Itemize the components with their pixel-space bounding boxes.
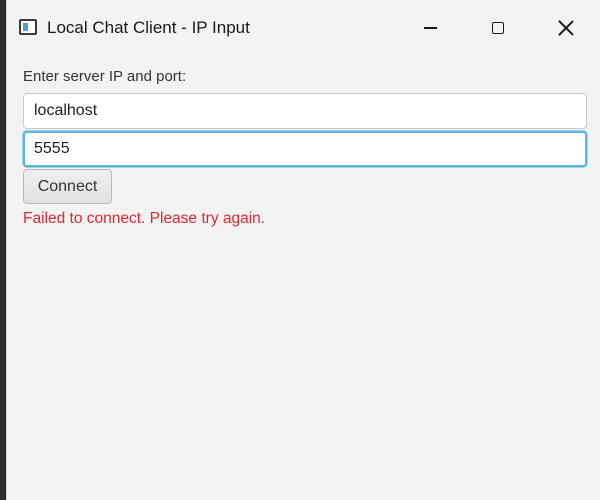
window-title: Local Chat Client - IP Input	[47, 18, 250, 37]
close-icon	[558, 20, 574, 36]
maximize-icon	[492, 22, 504, 34]
minimize-button[interactable]	[395, 0, 465, 56]
minimize-icon	[423, 27, 437, 29]
server-prompt-label: Enter server IP and port:	[23, 68, 187, 85]
app-window-icon	[19, 19, 37, 35]
host-input[interactable]	[23, 93, 587, 129]
maximize-button[interactable]	[463, 0, 533, 56]
error-message: Failed to connect. Please try again.	[23, 210, 266, 227]
title-bar[interactable]: Local Chat Client - IP Input	[7, 0, 600, 56]
connect-button[interactable]: Connect	[23, 169, 112, 204]
app-window: Local Chat Client - IP Input Enter serve…	[6, 0, 600, 500]
close-button[interactable]	[531, 0, 600, 56]
form-area: Enter server IP and port: Connect Failed…	[7, 56, 600, 500]
port-input[interactable]	[23, 131, 587, 167]
